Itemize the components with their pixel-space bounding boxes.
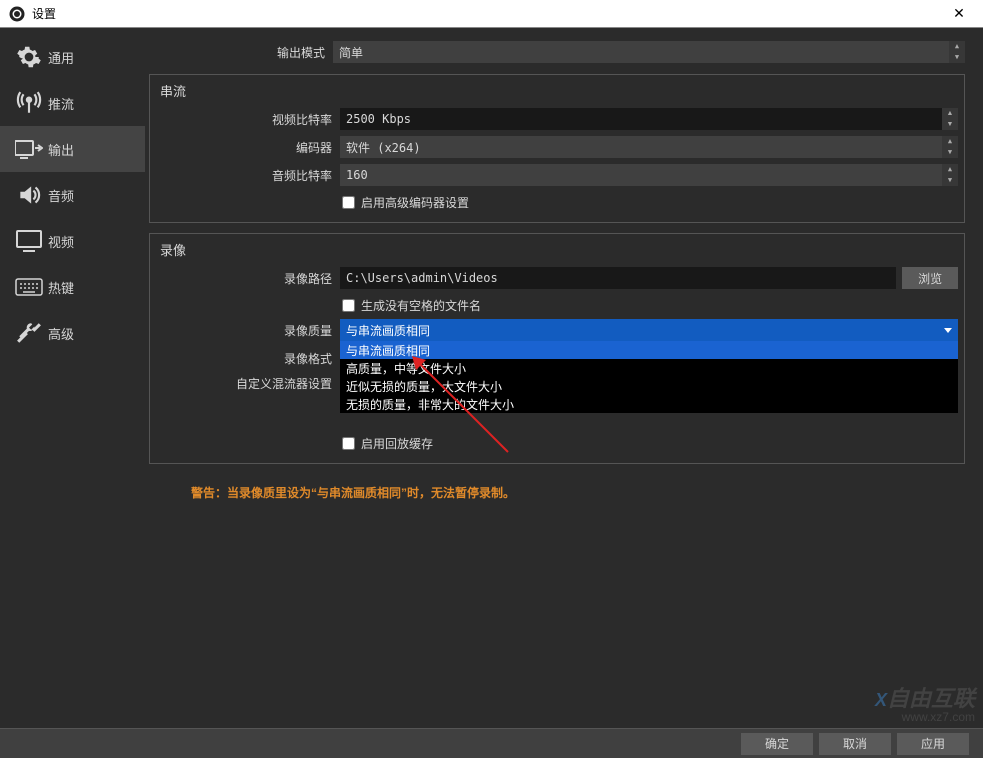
dropdown-option[interactable]: 无损的质量，非常大的文件大小 xyxy=(340,395,958,413)
record-format-label: 录像格式 xyxy=(156,350,340,367)
spinner-icon[interactable]: ▲▼ xyxy=(942,136,958,158)
ok-button[interactable]: 确定 xyxy=(741,733,813,755)
keyboard-icon xyxy=(14,273,44,301)
output-icon xyxy=(14,135,44,163)
dropdown-option[interactable]: 高质量，中等文件大小 xyxy=(340,359,958,377)
sidebar-item-advanced[interactable]: 高级 xyxy=(0,310,145,356)
footer: 确定 取消 应用 xyxy=(0,728,983,758)
no-space-label: 生成没有空格的文件名 xyxy=(361,297,481,314)
spinner-icon[interactable]: ▲▼ xyxy=(949,41,965,63)
record-quality-select[interactable]: 与串流画质相同 与串流画质相同 高质量，中等文件大小 近似无损的质量，大文件大小… xyxy=(340,319,958,341)
output-mode-label: 输出模式 xyxy=(149,44,333,61)
tools-icon xyxy=(14,319,44,347)
record-quality-label: 录像质量 xyxy=(156,322,340,339)
sidebar-item-output[interactable]: 输出 xyxy=(0,126,145,172)
record-path-label: 录像路径 xyxy=(156,270,340,287)
spinner-icon[interactable]: ▲▼ xyxy=(942,164,958,186)
adv-encoder-label: 启用高级编码器设置 xyxy=(361,194,469,211)
replay-label: 启用回放缓存 xyxy=(361,435,433,452)
apply-button[interactable]: 应用 xyxy=(897,733,969,755)
sidebar-item-label: 高级 xyxy=(48,324,74,343)
audio-bitrate-value: 160 xyxy=(346,168,368,182)
speaker-icon xyxy=(14,181,44,209)
output-mode-value: 简单 xyxy=(339,44,363,61)
video-bitrate-input[interactable] xyxy=(340,108,942,130)
encoder-value: 软件 (x264) xyxy=(346,139,421,156)
sidebar-item-audio[interactable]: 音频 xyxy=(0,172,145,218)
streaming-legend: 串流 xyxy=(160,81,958,100)
sidebar-item-hotkeys[interactable]: 热键 xyxy=(0,264,145,310)
gear-icon xyxy=(14,43,44,71)
recording-legend: 录像 xyxy=(160,240,958,259)
sidebar-item-stream[interactable]: 推流 xyxy=(0,80,145,126)
output-mode-select[interactable]: 简单 ▲▼ xyxy=(333,41,965,63)
muxer-label: 自定义混流器设置 xyxy=(156,375,340,392)
sidebar: 通用 推流 输出 音频 视频 热键 高级 xyxy=(0,28,145,728)
audio-bitrate-select[interactable]: 160 ▲▼ xyxy=(340,164,958,186)
content-panel: 输出模式 简单 ▲▼ 串流 视频比特率 ▲▼ 编码器 xyxy=(145,28,983,728)
sidebar-item-label: 推流 xyxy=(48,94,74,113)
monitor-icon xyxy=(14,227,44,255)
record-path-input[interactable] xyxy=(340,267,896,289)
sidebar-item-general[interactable]: 通用 xyxy=(0,34,145,80)
sidebar-item-label: 输出 xyxy=(48,140,74,159)
close-icon[interactable]: ✕ xyxy=(939,5,979,22)
video-bitrate-label: 视频比特率 xyxy=(156,111,340,128)
record-quality-dropdown: 与串流画质相同 高质量，中等文件大小 近似无损的质量，大文件大小 无损的质量，非… xyxy=(340,341,958,413)
audio-bitrate-label: 音频比特率 xyxy=(156,167,340,184)
adv-encoder-checkbox[interactable] xyxy=(342,196,355,209)
recording-fieldset: 录像 录像路径 浏览 生成没有空格的文件名 录像质量 与串流画质相同 与串流画质… xyxy=(149,233,965,464)
replay-checkbox[interactable] xyxy=(342,437,355,450)
encoder-select[interactable]: 软件 (x264) ▲▼ xyxy=(340,136,958,158)
warning-text: 警告：当录像质里设为“与串流画质相同”时，无法暂停录制。 xyxy=(149,474,965,501)
encoder-label: 编码器 xyxy=(156,139,340,156)
browse-button[interactable]: 浏览 xyxy=(902,267,958,289)
sidebar-item-label: 音频 xyxy=(48,186,74,205)
window-title: 设置 xyxy=(32,5,939,22)
titlebar: 设置 ✕ xyxy=(0,0,983,28)
spinner-icon[interactable]: ▲▼ xyxy=(942,108,958,130)
dropdown-option[interactable]: 与串流画质相同 xyxy=(340,341,958,359)
no-space-checkbox[interactable] xyxy=(342,299,355,312)
antenna-icon xyxy=(14,89,44,117)
dropdown-option[interactable]: 近似无损的质量，大文件大小 xyxy=(340,377,958,395)
sidebar-item-label: 通用 xyxy=(48,48,74,67)
sidebar-item-label: 视频 xyxy=(48,232,74,251)
record-quality-value: 与串流画质相同 xyxy=(346,322,430,339)
obs-icon xyxy=(8,5,26,23)
sidebar-item-video[interactable]: 视频 xyxy=(0,218,145,264)
streaming-fieldset: 串流 视频比特率 ▲▼ 编码器 软件 (x264) ▲▼ 音频比特率 xyxy=(149,74,965,223)
sidebar-item-label: 热键 xyxy=(48,278,74,297)
cancel-button[interactable]: 取消 xyxy=(819,733,891,755)
